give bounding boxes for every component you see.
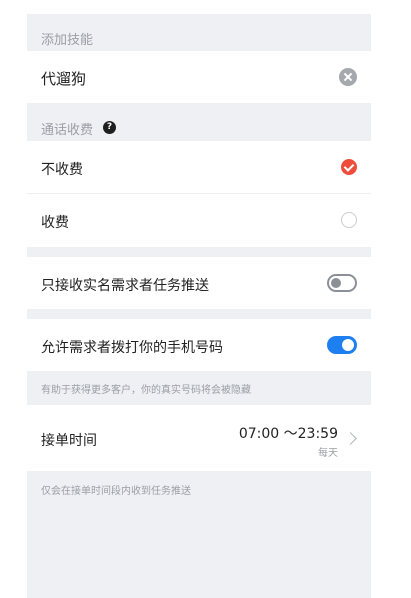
settings-panel: 添加技能 代遛狗 通话收费 ? 不收费 收费 只接收实名需求者任务推送 允许需求… [27,0,371,598]
allow-call-row[interactable]: 允许需求者拨打你的手机号码 [27,319,371,371]
allow-call-toggle[interactable] [327,336,357,354]
skill-name: 代遛狗 [41,70,87,88]
radio-unchecked-icon[interactable] [341,212,357,228]
call-fee-section-title: 通话收费 [41,123,94,138]
add-skill-section-title: 添加技能 [41,33,94,48]
call-fee-options: 不收费 收费 [27,141,371,247]
order-time-row[interactable]: 接单时间 07:00 ～23:59 每天 [27,405,371,471]
verified-only-label: 只接收实名需求者任务推送 [41,278,209,294]
toggle-knob [331,278,341,288]
toggle-knob [342,339,354,351]
top-card-edge [27,0,371,14]
allow-call-hint: 有助于获得更多客户，你的真实号码将会被隐藏 [41,385,251,396]
option-fee-label: 收费 [41,215,69,231]
order-time-hint: 仅会在接单时间段内收到任务推送 [41,486,191,497]
verified-only-row[interactable]: 只接收实名需求者任务推送 [27,257,371,309]
option-no-fee[interactable]: 不收费 [27,141,371,193]
chevron-right-icon [344,432,357,445]
option-no-fee-label: 不收费 [41,162,83,178]
skill-row[interactable]: 代遛狗 [27,51,371,103]
option-fee[interactable]: 收费 [27,194,371,247]
allow-call-label: 允许需求者拨打你的手机号码 [41,340,223,356]
clear-icon[interactable] [339,68,357,86]
radio-checked-icon[interactable] [341,159,357,175]
order-time-range: 07:00 ～23:59 [238,426,338,442]
order-time-label: 接单时间 [41,433,97,449]
order-time-repeat: 每天 [318,448,338,459]
help-icon[interactable]: ? [103,121,116,134]
verified-only-toggle[interactable] [327,274,357,292]
